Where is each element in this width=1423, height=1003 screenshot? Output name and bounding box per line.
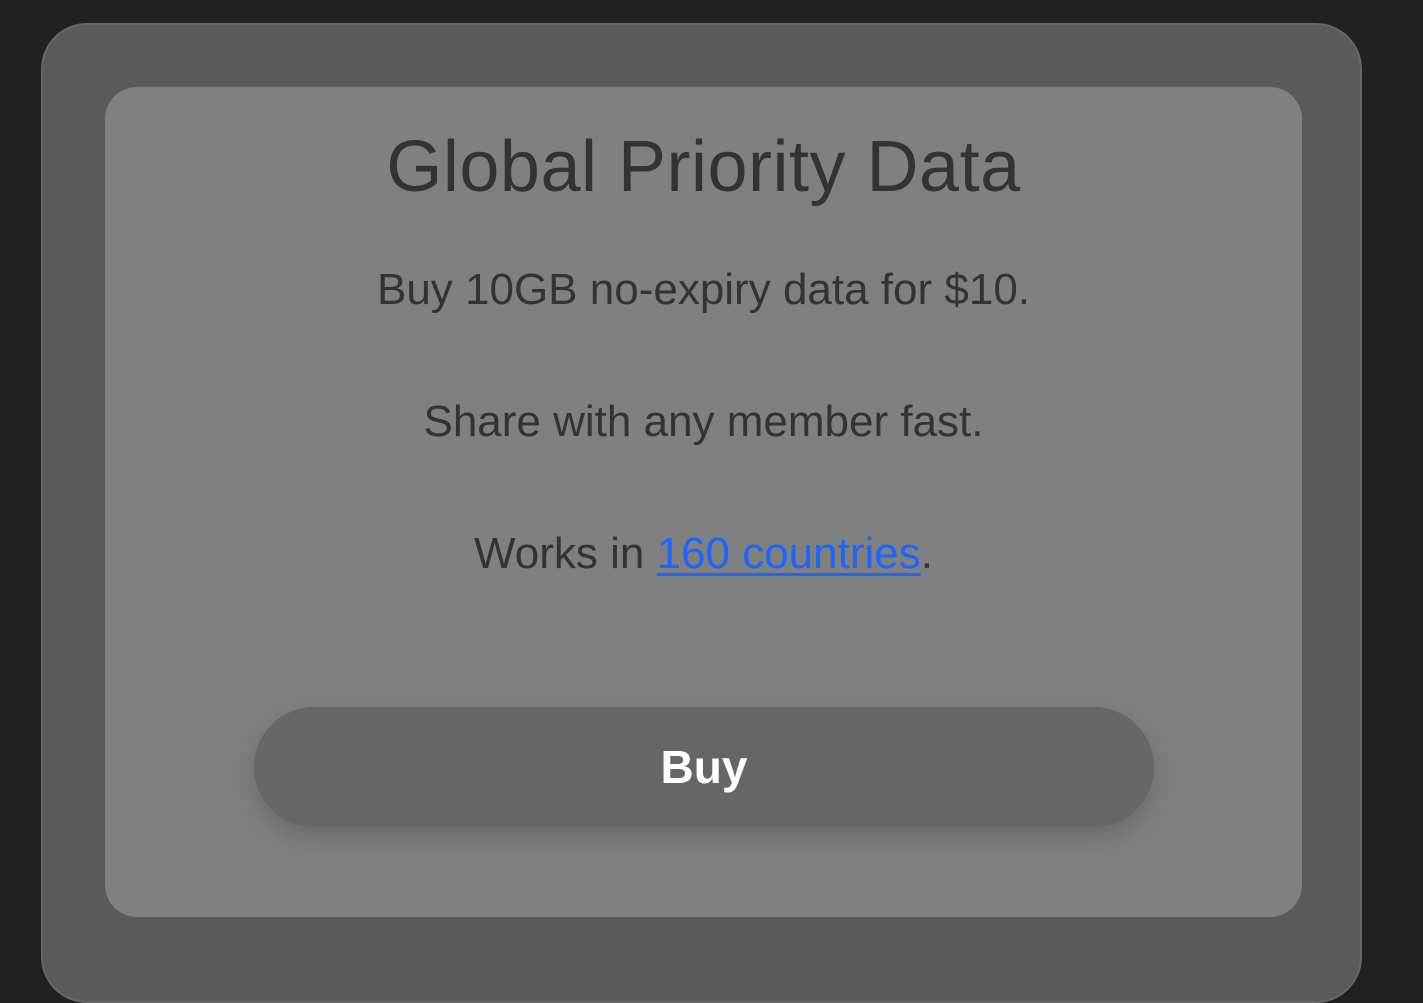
- coverage-suffix-text: .: [920, 529, 933, 578]
- buy-button[interactable]: Buy: [254, 707, 1154, 827]
- coverage-prefix-text: Works in: [474, 529, 657, 578]
- countries-link[interactable]: 160 countries: [657, 529, 921, 578]
- offer-card: Global Priority Data Buy 10GB no-expiry …: [105, 87, 1302, 917]
- offer-sharing-text: Share with any member fast.: [423, 397, 984, 446]
- offer-price-text: Buy 10GB no-expiry data for $10.: [376, 265, 1031, 314]
- offer-modal-frame: Global Priority Data Buy 10GB no-expiry …: [41, 23, 1362, 1003]
- offer-title: Global Priority Data: [386, 127, 1021, 207]
- offer-coverage-text: Works in 160 countries.: [105, 527, 1302, 581]
